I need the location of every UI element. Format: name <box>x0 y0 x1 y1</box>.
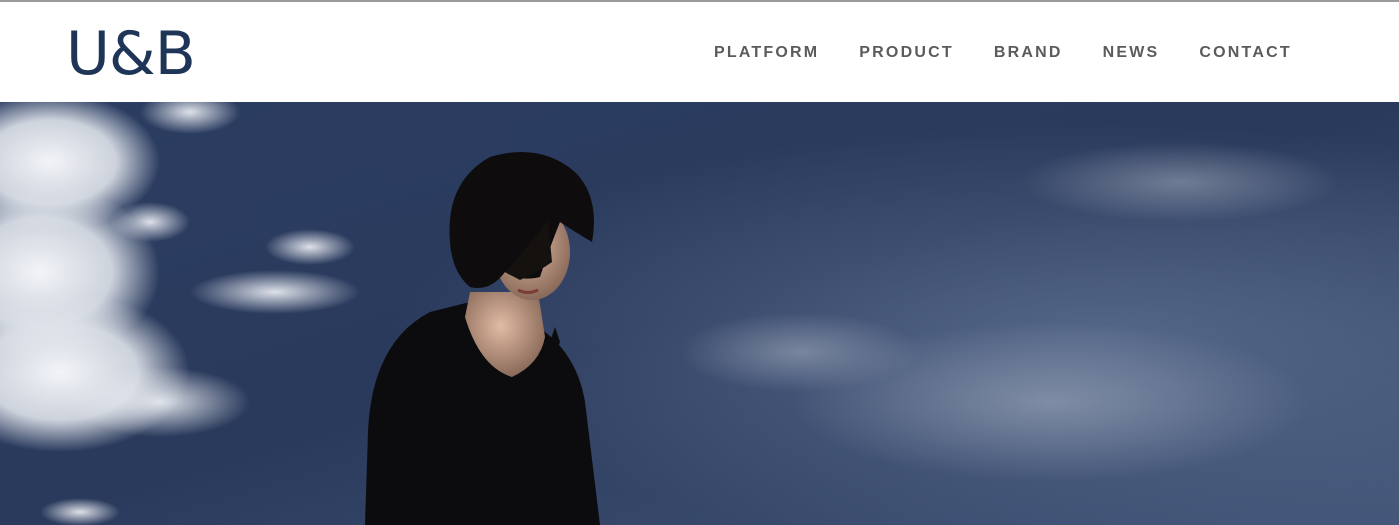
nav-item-brand[interactable]: BRAND <box>994 44 1063 62</box>
nav-item-platform[interactable]: PLATFORM <box>714 44 819 62</box>
site-logo[interactable]: U&B <box>66 22 196 86</box>
site-header: U&B PLATFORM PRODUCT BRAND NEWS CONTACT <box>0 2 1399 102</box>
page: U&B PLATFORM PRODUCT BRAND NEWS CONTACT <box>0 0 1399 525</box>
hero-banner <box>0 102 1399 525</box>
main-nav: PLATFORM PRODUCT BRAND NEWS CONTACT <box>714 44 1292 62</box>
nav-item-news[interactable]: NEWS <box>1103 44 1160 62</box>
nav-item-contact[interactable]: CONTACT <box>1199 44 1291 62</box>
nav-item-product[interactable]: PRODUCT <box>859 44 954 62</box>
hero-image <box>0 102 1399 525</box>
